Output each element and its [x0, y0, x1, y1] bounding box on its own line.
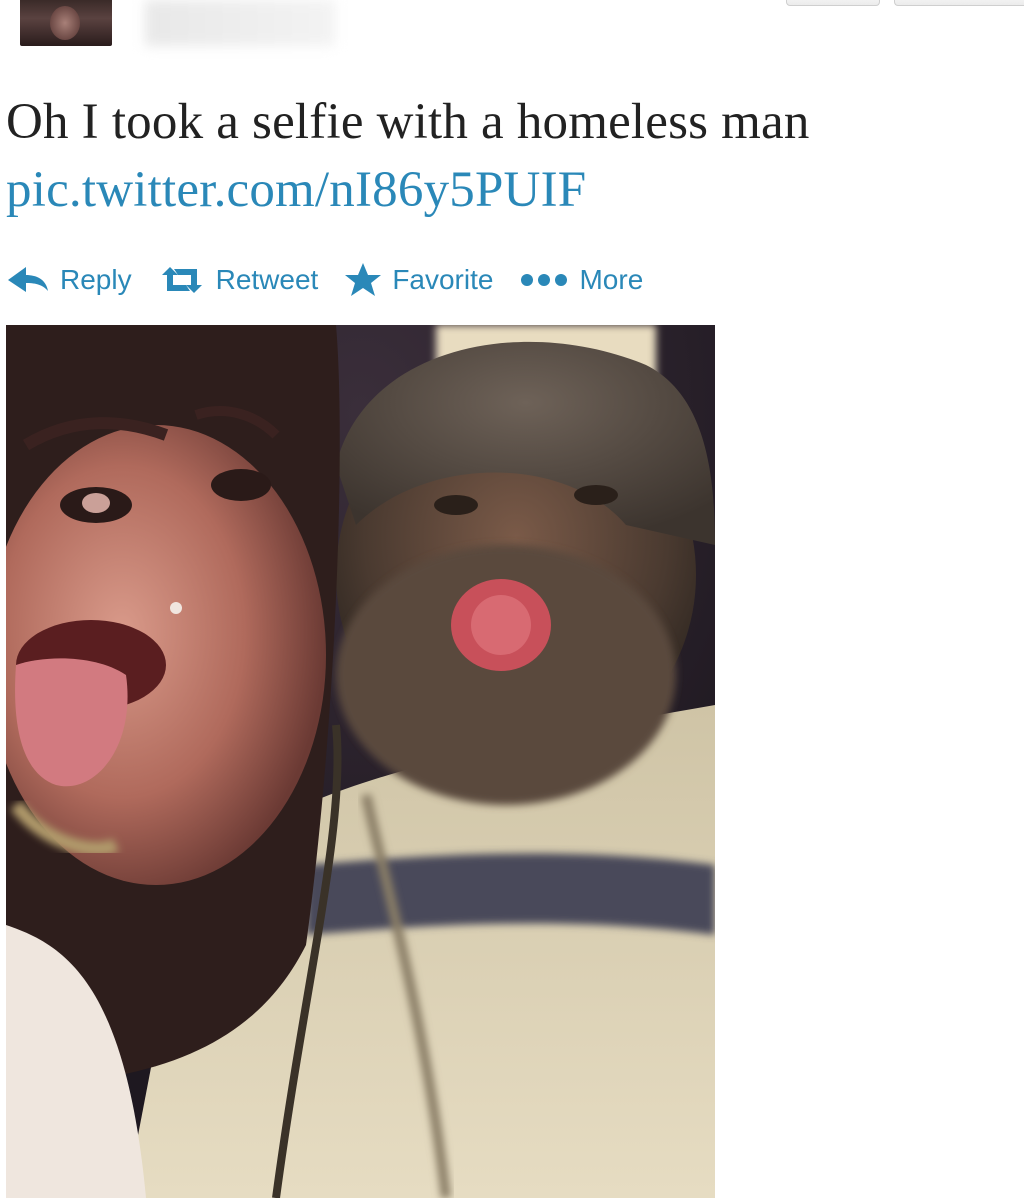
blurred-username: [145, 0, 335, 46]
retweet-icon: [158, 265, 206, 295]
tweet-actions: Reply Retweet Favorite More: [6, 258, 669, 302]
reply-label: Reply: [60, 264, 132, 295]
more-label: More: [579, 264, 644, 295]
options-button[interactable]: [894, 0, 1024, 6]
follow-button[interactable]: [786, 0, 880, 6]
tweet-body: Oh I took a selfie with a homeless man: [6, 94, 810, 150]
more-dots-icon: [519, 272, 569, 288]
favorite-button[interactable]: Favorite: [344, 262, 493, 298]
selfie-photo-image: [6, 325, 715, 1198]
retweet-label: Retweet: [215, 264, 319, 295]
reply-icon: [6, 265, 50, 295]
avatar[interactable]: [20, 0, 112, 46]
retweet-button[interactable]: Retweet: [158, 264, 319, 296]
tweet-text: Oh I took a selfie with a homeless man p…: [6, 88, 1016, 224]
tweet-media-link[interactable]: pic.twitter.com/nI86y5PUIF: [6, 156, 1016, 224]
tweet-card: Oh I took a selfie with a homeless man p…: [0, 0, 1024, 1198]
favorite-label: Favorite: [392, 264, 494, 295]
tweet-photo[interactable]: [6, 325, 715, 1198]
more-button[interactable]: More: [519, 264, 643, 296]
star-icon: [344, 262, 382, 298]
reply-button[interactable]: Reply: [6, 264, 132, 296]
